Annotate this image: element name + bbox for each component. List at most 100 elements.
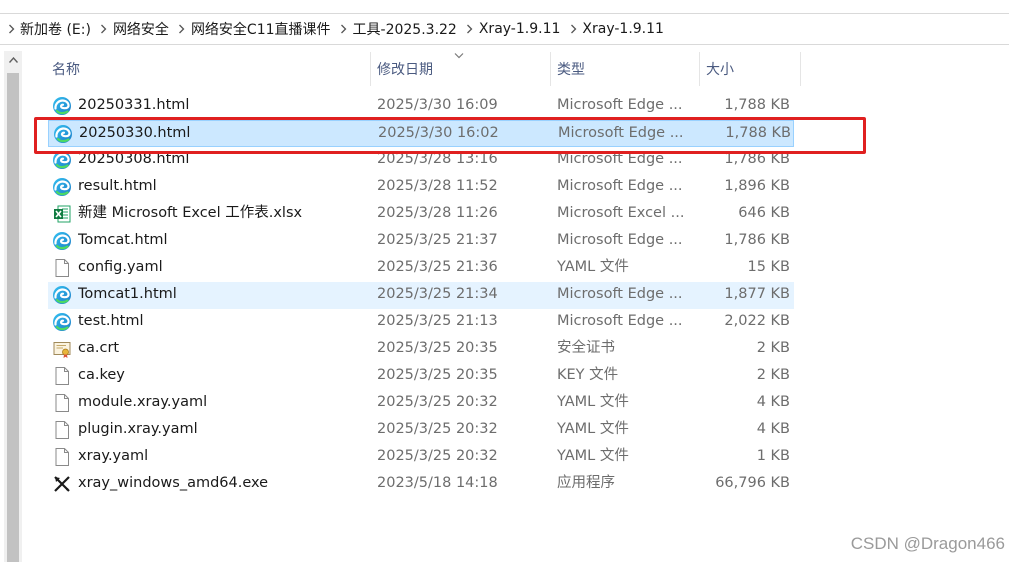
column-header-type[interactable]: 类型 — [551, 52, 699, 86]
file-row[interactable]: 20250331.html 2025/3/30 16:09 Microsoft Ed… — [48, 93, 794, 120]
file-row[interactable]: ca.key 2025/3/25 20:35 KEY 文件 2 KB — [48, 363, 794, 390]
scrollbar-thumb[interactable] — [7, 73, 19, 562]
certificate-icon — [52, 339, 72, 359]
breadcrumb-item[interactable]: 网络安全 — [111, 19, 175, 39]
file-size: 1,877 KB — [724, 286, 790, 302]
file-name: xray_windows_amd64.exe — [78, 475, 269, 491]
column-header-name[interactable]: 名称 — [46, 52, 370, 86]
file-row[interactable]: xray_windows_amd64.exe 2023/5/18 14:18 应用程… — [48, 471, 794, 498]
file-modified-date: 2025/3/25 21:34 — [377, 286, 498, 302]
file-name: config.yaml — [78, 259, 163, 275]
xray-exe-icon — [52, 474, 72, 494]
file-name: ca.crt — [78, 340, 120, 356]
file-size: 4 KB — [756, 394, 790, 410]
file-type: KEY 文件 — [557, 367, 619, 383]
chevron-right-icon[interactable] — [4, 24, 18, 34]
document-icon — [52, 447, 72, 467]
chevron-right-icon[interactable] — [566, 24, 580, 34]
column-header-size-label: 大小 — [706, 62, 734, 78]
file-row[interactable]: config.yaml 2025/3/25 21:36 YAML 文件 15 KB — [48, 255, 794, 282]
file-modified-date: 2025/3/30 16:09 — [377, 97, 498, 113]
breadcrumb-item[interactable]: 新加卷 (E:) — [18, 19, 97, 39]
file-type: Microsoft Edge ... — [557, 232, 683, 248]
file-type: Microsoft Edge ... — [557, 286, 683, 302]
file-name: Tomcat.html — [78, 232, 168, 248]
column-header-type-label: 类型 — [557, 62, 585, 78]
highlight-annotation-box — [34, 117, 866, 154]
watermark: CSDN @Dragon466 — [850, 534, 1005, 553]
scroll-up-arrow-icon[interactable] — [4, 51, 22, 69]
document-icon — [52, 393, 72, 413]
column-header-date-label: 修改日期 — [377, 62, 433, 78]
file-row[interactable]: 新建 Microsoft Excel 工作表.xlsx 2025/3/28 11:… — [48, 201, 794, 228]
file-size: 646 KB — [738, 205, 790, 221]
file-modified-date: 2025/3/25 20:32 — [377, 448, 498, 464]
edge-icon — [52, 312, 72, 332]
file-name: result.html — [78, 178, 157, 194]
file-type: 安全证书 — [557, 340, 615, 356]
file-size: 1,788 KB — [724, 97, 790, 113]
edge-icon — [52, 96, 72, 116]
file-type: YAML 文件 — [557, 394, 629, 410]
document-icon — [52, 258, 72, 278]
chevron-right-icon[interactable] — [175, 24, 189, 34]
breadcrumb-item[interactable]: 网络安全C11直播课件 — [189, 19, 337, 39]
file-type: 应用程序 — [557, 475, 615, 491]
file-row[interactable]: xray.yaml 2025/3/25 20:32 YAML 文件 1 KB — [48, 444, 794, 471]
file-row[interactable]: result.html 2025/3/28 11:52 Microsoft Edge… — [48, 174, 794, 201]
file-row[interactable]: Tomcat.html 2025/3/25 21:37 Microsoft Edge… — [48, 228, 794, 255]
chevron-right-icon[interactable] — [463, 24, 477, 34]
breadcrumb-item[interactable]: 工具-2025.3.22 — [351, 19, 463, 39]
file-modified-date: 2023/5/18 14:18 — [377, 475, 498, 491]
file-modified-date: 2025/3/25 20:35 — [377, 340, 498, 356]
edge-icon — [52, 231, 72, 251]
file-size: 2 KB — [756, 340, 790, 356]
file-type: YAML 文件 — [557, 421, 629, 437]
file-type: Microsoft Edge ... — [557, 313, 683, 329]
document-icon — [52, 420, 72, 440]
file-row[interactable]: plugin.xray.yaml 2025/3/25 20:32 YAML 文件 4 … — [48, 417, 794, 444]
file-size: 15 KB — [747, 259, 790, 275]
column-header-date[interactable]: 修改日期 — [371, 52, 550, 86]
chevron-right-icon[interactable] — [337, 24, 351, 34]
file-type: Microsoft Excel ... — [557, 205, 685, 221]
file-modified-date: 2025/3/25 20:35 — [377, 367, 498, 383]
file-name: 新建 Microsoft Excel 工作表.xlsx — [78, 205, 303, 221]
edge-icon — [52, 177, 72, 197]
file-size: 1,786 KB — [724, 232, 790, 248]
file-type: Microsoft Edge ... — [557, 97, 683, 113]
file-modified-date: 2025/3/28 11:52 — [377, 178, 498, 194]
file-size: 1,896 KB — [724, 178, 790, 194]
file-row[interactable]: ca.crt 2025/3/25 20:35 安全证书 2 KB — [48, 336, 794, 363]
file-row[interactable]: module.xray.yaml 2025/3/25 20:32 YAML 文件 4 … — [48, 390, 794, 417]
file-type: Microsoft Edge ... — [557, 178, 683, 194]
breadcrumb: 新加卷 (E:) 网络安全 网络安全C11直播课件 工具-2025.3.22 Xray-… — [4, 14, 670, 44]
file-type: YAML 文件 — [557, 448, 629, 464]
vertical-scrollbar[interactable] — [4, 51, 22, 562]
file-size: 2,022 KB — [724, 313, 790, 329]
file-row[interactable]: Tomcat1.html 2025/3/25 21:34 Microsoft Edg… — [48, 282, 794, 309]
breadcrumb-item[interactable]: Xray-1.9.11 — [477, 21, 567, 37]
document-icon — [52, 366, 72, 386]
chevron-right-icon[interactable] — [97, 24, 111, 34]
file-size: 2 KB — [756, 367, 790, 383]
file-name: 20250331.html — [78, 97, 190, 113]
file-size: 66,796 KB — [715, 475, 790, 491]
file-type: YAML 文件 — [557, 259, 629, 275]
file-modified-date: 2025/3/25 21:13 — [377, 313, 498, 329]
excel-icon — [52, 204, 72, 224]
file-modified-date: 2025/3/28 11:26 — [377, 205, 498, 221]
file-modified-date: 2025/3/25 21:37 — [377, 232, 498, 248]
file-row[interactable]: test.html 2025/3/25 21:13 Microsoft Edge .… — [48, 309, 794, 336]
edge-icon — [52, 285, 72, 305]
file-size: 1 KB — [756, 448, 790, 464]
address-bar[interactable]: 新加卷 (E:) 网络安全 网络安全C11直播课件 工具-2025.3.22 Xray-… — [0, 13, 1009, 45]
column-divider[interactable] — [800, 52, 801, 86]
file-size: 4 KB — [756, 421, 790, 437]
file-modified-date: 2025/3/25 21:36 — [377, 259, 498, 275]
file-name: plugin.xray.yaml — [78, 421, 198, 437]
file-modified-date: 2025/3/25 20:32 — [377, 394, 498, 410]
breadcrumb-item[interactable]: Xray-1.9.11 — [580, 21, 670, 37]
column-header-size[interactable]: 大小 — [700, 52, 800, 86]
file-name: module.xray.yaml — [78, 394, 208, 410]
